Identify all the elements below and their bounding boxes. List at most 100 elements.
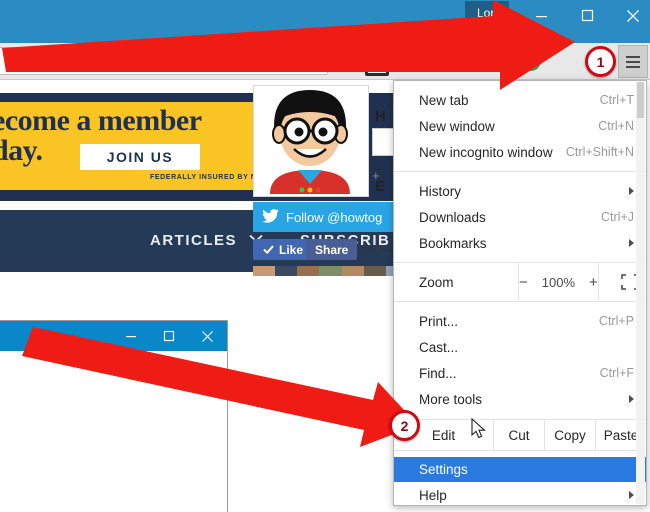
facebook-friend-faces bbox=[253, 266, 408, 276]
menu-edit-row: Edit Cut Copy Paste bbox=[394, 419, 646, 451]
maximize-button[interactable] bbox=[564, 0, 610, 31]
close-icon bbox=[201, 330, 213, 342]
minimize-icon bbox=[535, 16, 547, 18]
secondary-maximize-button[interactable] bbox=[150, 321, 188, 351]
menu-item-history[interactable]: History bbox=[394, 178, 646, 204]
nav-item-articles-label: ARTICLES bbox=[150, 232, 237, 249]
menu-item-settings[interactable]: Settings bbox=[394, 457, 646, 482]
minimize-icon bbox=[126, 336, 136, 338]
face-thumb bbox=[319, 266, 342, 276]
join-us-label: JOIN US bbox=[106, 149, 174, 165]
menu-item-label: History bbox=[419, 183, 462, 199]
secondary-minimize-button[interactable] bbox=[112, 321, 150, 351]
hamburger-line bbox=[626, 55, 640, 58]
ad-headline-line1: ecome a member bbox=[0, 104, 202, 137]
hamburger-line bbox=[626, 65, 640, 68]
menu-item-accelerator: Ctrl+Shift+N bbox=[565, 145, 634, 159]
menu-item-bookmarks[interactable]: Bookmarks bbox=[394, 230, 646, 256]
facebook-share-button[interactable]: Share bbox=[306, 239, 358, 260]
menu-item-print[interactable]: Print... Ctrl+P bbox=[394, 308, 646, 334]
menu-item-accelerator: Ctrl+T bbox=[599, 93, 634, 107]
menu-item-find[interactable]: Find... Ctrl+F bbox=[394, 360, 646, 386]
zoom-in-button[interactable]: + bbox=[589, 274, 598, 291]
face-thumb bbox=[341, 266, 364, 276]
profile-name-label: Lori bbox=[476, 6, 497, 20]
mascot-avatar-icon bbox=[254, 86, 366, 194]
secondary-window bbox=[0, 320, 228, 512]
menu-item-downloads[interactable]: Downloads Ctrl+J bbox=[394, 204, 646, 230]
chrome-menu-button[interactable] bbox=[618, 45, 648, 78]
menu-item-label: Settings bbox=[419, 462, 468, 477]
menu-item-accelerator: Ctrl+F bbox=[599, 366, 634, 380]
facebook-social-count: You a... bbox=[358, 242, 395, 254]
maximize-icon bbox=[581, 9, 593, 22]
menu-item-label: Downloads bbox=[419, 209, 486, 225]
facebook-share-label: Share bbox=[315, 242, 349, 257]
extension-blue-icon[interactable] bbox=[397, 51, 417, 71]
sidebar-second-heading: E bbox=[375, 178, 386, 195]
secondary-window-title-bar bbox=[0, 321, 227, 351]
author-avatar bbox=[253, 85, 369, 197]
menu-item-more-tools[interactable]: More tools bbox=[394, 386, 646, 412]
browser-title-bar: Lori bbox=[0, 0, 650, 43]
menu-zoom-controls: − 100% + bbox=[518, 263, 599, 301]
check-icon bbox=[263, 243, 274, 257]
nav-item-articles[interactable]: ARTICLES bbox=[150, 232, 263, 249]
twitter-bird-icon bbox=[262, 208, 279, 226]
submenu-arrow-icon bbox=[629, 187, 634, 195]
menu-zoom-row: Zoom − 100% + bbox=[394, 262, 646, 302]
menu-item-label: Cast... bbox=[419, 339, 459, 355]
extension-dark-square-icon[interactable] bbox=[365, 52, 389, 76]
menu-item-new-window[interactable]: New window Ctrl+N bbox=[394, 113, 646, 139]
menu-scrollbar[interactable] bbox=[636, 82, 645, 504]
face-thumb bbox=[253, 266, 276, 276]
menu-separator bbox=[394, 171, 646, 172]
sidebar-heading: H bbox=[375, 108, 386, 125]
menu-item-label: Help bbox=[419, 487, 447, 503]
menu-item-accelerator: Ctrl+P bbox=[598, 314, 634, 328]
extension-green-icon[interactable] bbox=[337, 51, 357, 71]
face-thumb bbox=[297, 266, 320, 276]
menu-item-new-incognito-window[interactable]: New incognito window Ctrl+Shift+N bbox=[394, 139, 646, 165]
step-badge-1: 1 bbox=[585, 46, 616, 77]
zoom-level-value: 100% bbox=[541, 274, 576, 290]
face-thumb bbox=[363, 266, 386, 276]
extension-chrome-icon[interactable] bbox=[428, 51, 448, 71]
extension-dark-circle-icon[interactable] bbox=[490, 51, 510, 71]
menu-item-accelerator: Ctrl+J bbox=[601, 210, 634, 224]
browser-toolbar: ☆ bbox=[0, 43, 650, 80]
minimize-button[interactable] bbox=[518, 0, 564, 31]
bookmark-star-icon[interactable]: ☆ bbox=[305, 51, 321, 69]
zoom-out-button[interactable]: − bbox=[519, 274, 528, 291]
menu-spacer bbox=[394, 412, 646, 419]
menu-item-help[interactable]: Help bbox=[394, 482, 646, 505]
address-bar[interactable]: ☆ bbox=[0, 47, 328, 75]
menu-item-label: Print... bbox=[419, 313, 459, 329]
secondary-close-button[interactable] bbox=[188, 321, 226, 351]
menu-item-label: New incognito window bbox=[419, 144, 553, 160]
menu-cut-button[interactable]: Cut bbox=[494, 420, 545, 450]
close-icon bbox=[627, 9, 639, 22]
profile-name-button[interactable]: Lori bbox=[465, 1, 509, 25]
maximize-icon bbox=[163, 330, 175, 342]
facebook-like-button[interactable]: Like bbox=[253, 239, 314, 260]
menu-item-label: New window bbox=[419, 118, 495, 134]
submenu-arrow-icon bbox=[629, 239, 634, 247]
extension-green-circle-icon[interactable] bbox=[521, 51, 541, 71]
menu-item-new-tab[interactable]: New tab Ctrl+T bbox=[394, 87, 646, 113]
hamburger-line bbox=[626, 60, 640, 63]
menu-copy-button[interactable]: Copy bbox=[545, 420, 596, 450]
step-badge-2: 2 bbox=[389, 410, 420, 441]
close-button[interactable] bbox=[610, 0, 650, 31]
menu-scrollbar-thumb[interactable] bbox=[637, 82, 644, 118]
submenu-arrow-icon bbox=[629, 491, 634, 499]
menu-item-cast[interactable]: Cast... bbox=[394, 334, 646, 360]
screenshot-root: Lori ☆ ecome a member ay. JOIN US FEDERA… bbox=[0, 0, 650, 512]
menu-item-label: Find... bbox=[419, 365, 457, 381]
join-us-button[interactable]: JOIN US bbox=[80, 144, 200, 170]
menu-item-label: New tab bbox=[419, 92, 469, 108]
menu-zoom-label: Zoom bbox=[419, 274, 454, 290]
extension-grey-icon[interactable] bbox=[459, 51, 479, 71]
step-badge-2-label: 2 bbox=[400, 417, 409, 434]
submenu-arrow-icon bbox=[629, 395, 634, 403]
